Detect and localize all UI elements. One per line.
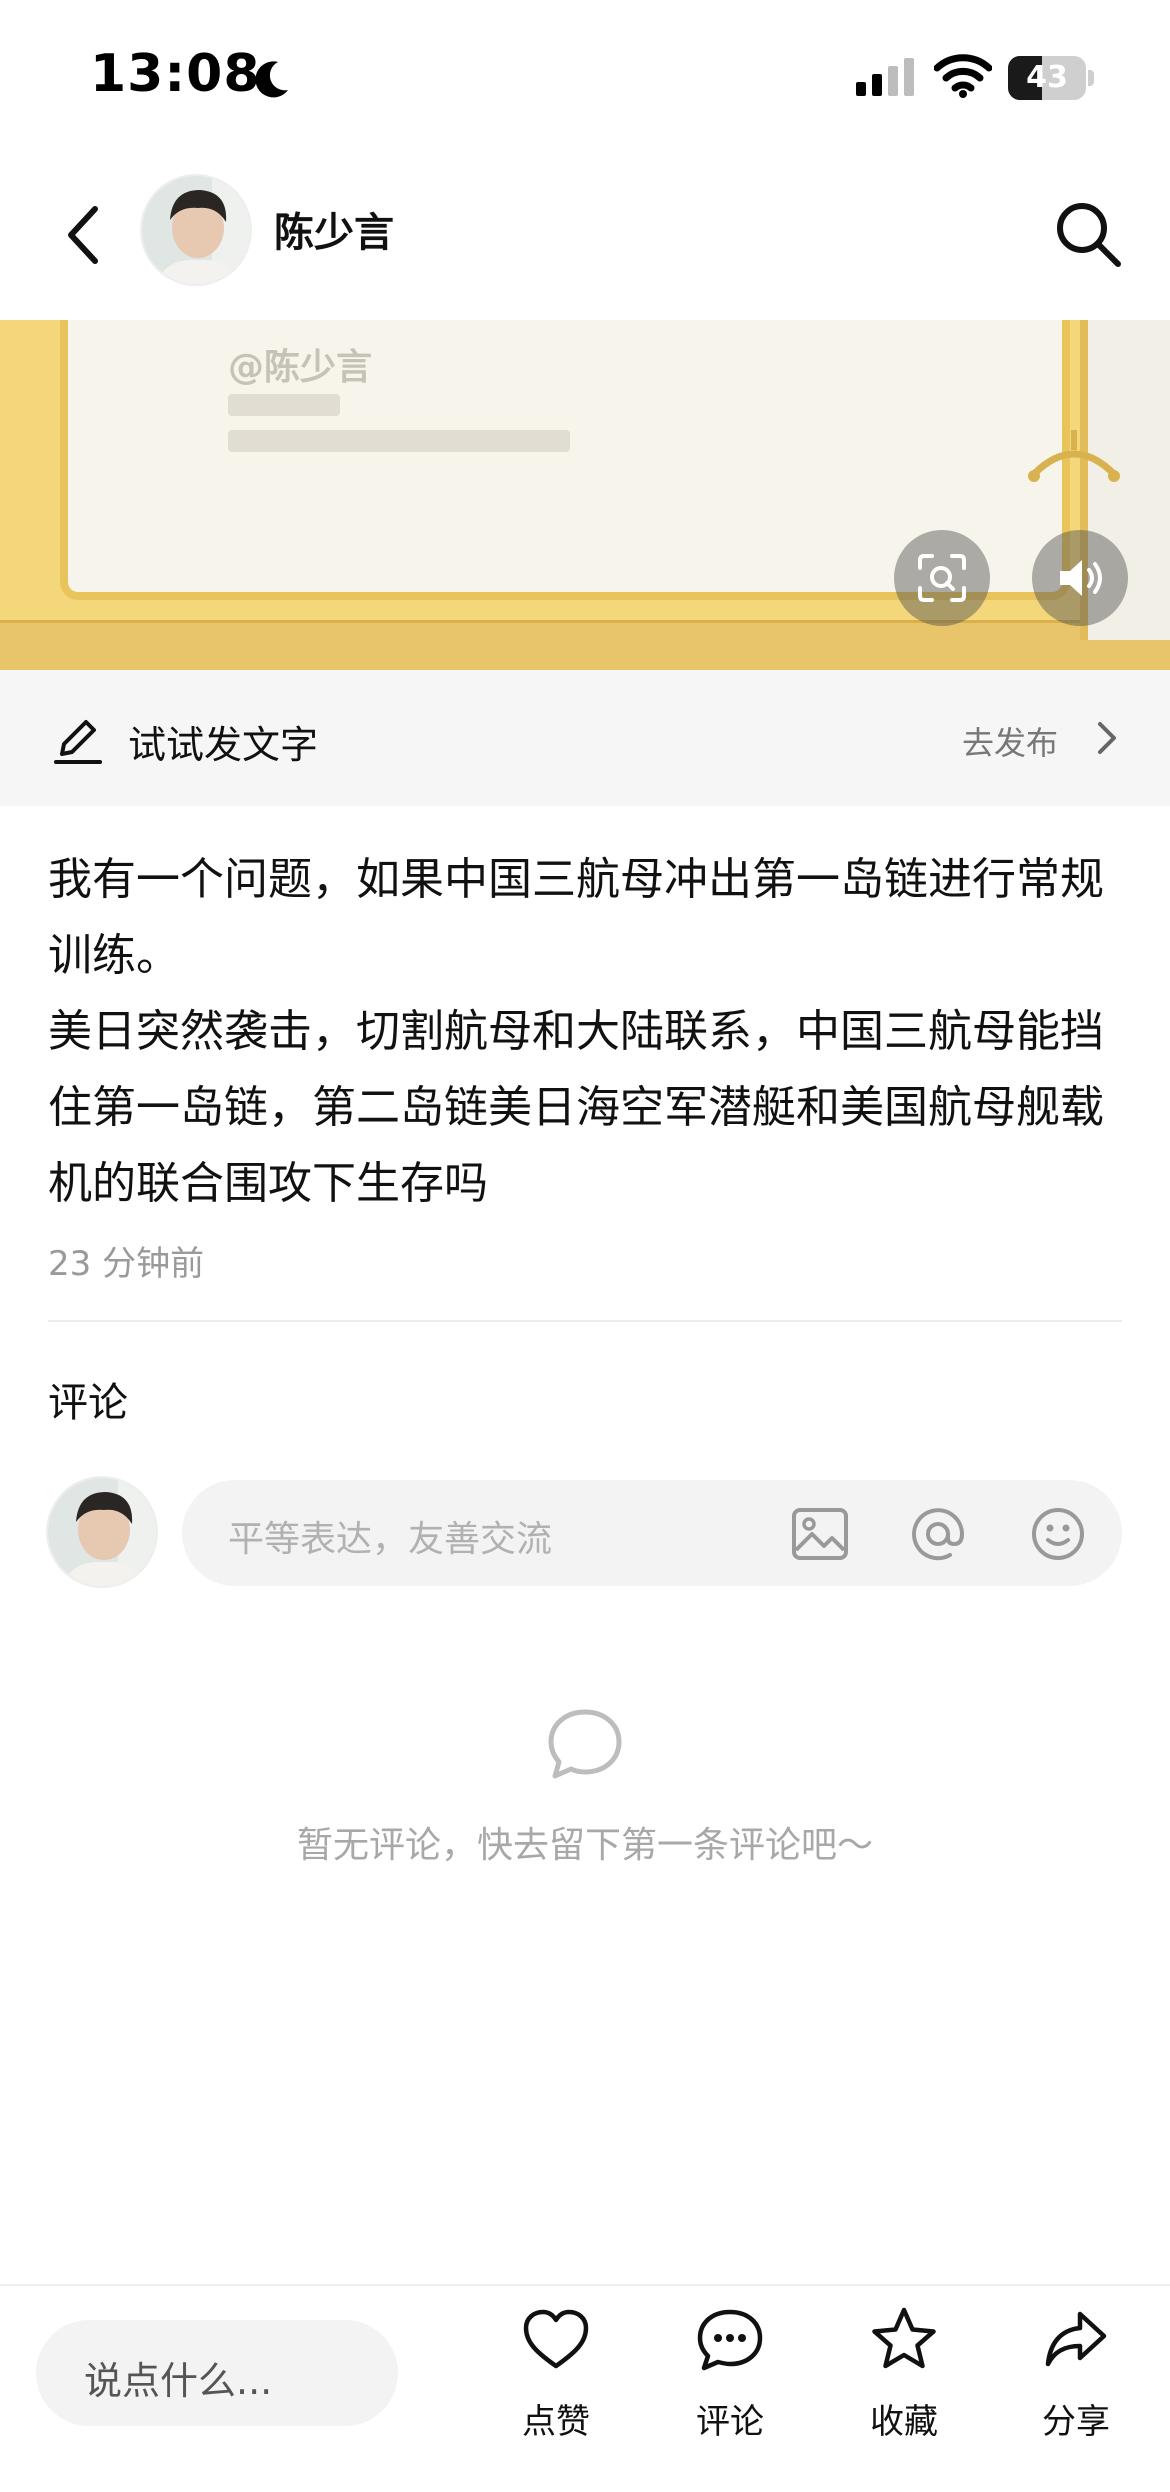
favorite-label: 收藏: [870, 2402, 938, 2442]
star-icon: [872, 2307, 936, 2369]
status-bar: 13:08 43: [0, 0, 1170, 150]
share-button[interactable]: 分享: [1006, 2306, 1146, 2456]
compose-label[interactable]: 试试发文字: [128, 714, 318, 769]
signal-icon: [856, 58, 914, 96]
post-time: 23 分钟前: [48, 1244, 205, 1284]
post-text: 我有一个问题，如果中国三航母冲出第一岛链进行常规训练。 美日突然袭击，切割航母和…: [48, 854, 1104, 1209]
sound-button[interactable]: [1032, 530, 1128, 626]
chevron-right-icon[interactable]: [1092, 720, 1120, 756]
chat-bubble-icon: [548, 1709, 622, 1779]
back-icon: [68, 206, 98, 264]
avatar[interactable]: [140, 174, 252, 286]
say-placeholder: 说点什么...: [84, 2359, 273, 2403]
emoji-icon[interactable]: [1028, 1504, 1088, 1564]
comments-title: 评论: [48, 1380, 128, 1426]
status-time: 13:08: [90, 44, 261, 104]
comment-button[interactable]: 评论: [660, 2306, 800, 2456]
search-button[interactable]: [1048, 194, 1128, 274]
battery-icon: 43: [1008, 56, 1094, 100]
nav-header: 陈少言: [0, 150, 1170, 320]
like-button[interactable]: 点赞: [486, 2306, 626, 2456]
at-icon[interactable]: [908, 1504, 968, 1564]
pen-icon: [54, 720, 102, 764]
user-name[interactable]: 陈少言: [274, 200, 394, 258]
back-button[interactable]: [48, 195, 118, 275]
banner-watermark: @陈少言: [228, 347, 373, 388]
search-icon: [1057, 203, 1121, 267]
divider: [48, 1320, 1122, 1322]
battery-level: 43: [1026, 60, 1068, 95]
share-label: 分享: [1042, 2402, 1110, 2442]
empty-state: 暂无评论，快去留下第一条评论吧～: [0, 1700, 1170, 1880]
wifi-icon: [934, 54, 992, 98]
comment-input[interactable]: 平等表达，友善交流: [182, 1480, 1122, 1586]
moon-icon: [255, 61, 288, 98]
comment-label: 评论: [696, 2402, 764, 2442]
banner-blur-line: [228, 394, 340, 416]
like-label: 点赞: [522, 2402, 590, 2442]
publish-link[interactable]: 去发布: [962, 718, 1058, 764]
bottom-bar: 说点什么... 点赞 评论 收藏 分享: [0, 2284, 1170, 2492]
hanger-icon: [1028, 430, 1120, 482]
comment-icon: [697, 2309, 763, 2371]
compose-bar[interactable]: 试试发文字 去发布: [0, 670, 1170, 806]
speaker-icon: [1060, 560, 1102, 596]
scan-button[interactable]: [894, 530, 990, 626]
comment-placeholder: 平等表达，友善交流: [228, 1519, 553, 1560]
say-input[interactable]: 说点什么...: [36, 2320, 398, 2426]
banner-ledge: [0, 620, 1170, 670]
heart-icon: [523, 2309, 589, 2369]
image-icon[interactable]: [790, 1504, 850, 1564]
share-icon: [1045, 2311, 1107, 2367]
empty-comments-text: 暂无评论，快去留下第一条评论吧～: [296, 1825, 873, 1866]
banner-image: @陈少言: [0, 320, 1170, 670]
avatar[interactable]: [46, 1476, 158, 1588]
favorite-button[interactable]: 收藏: [834, 2306, 974, 2456]
banner-blur-line: [228, 430, 570, 452]
scan-icon: [918, 554, 966, 602]
